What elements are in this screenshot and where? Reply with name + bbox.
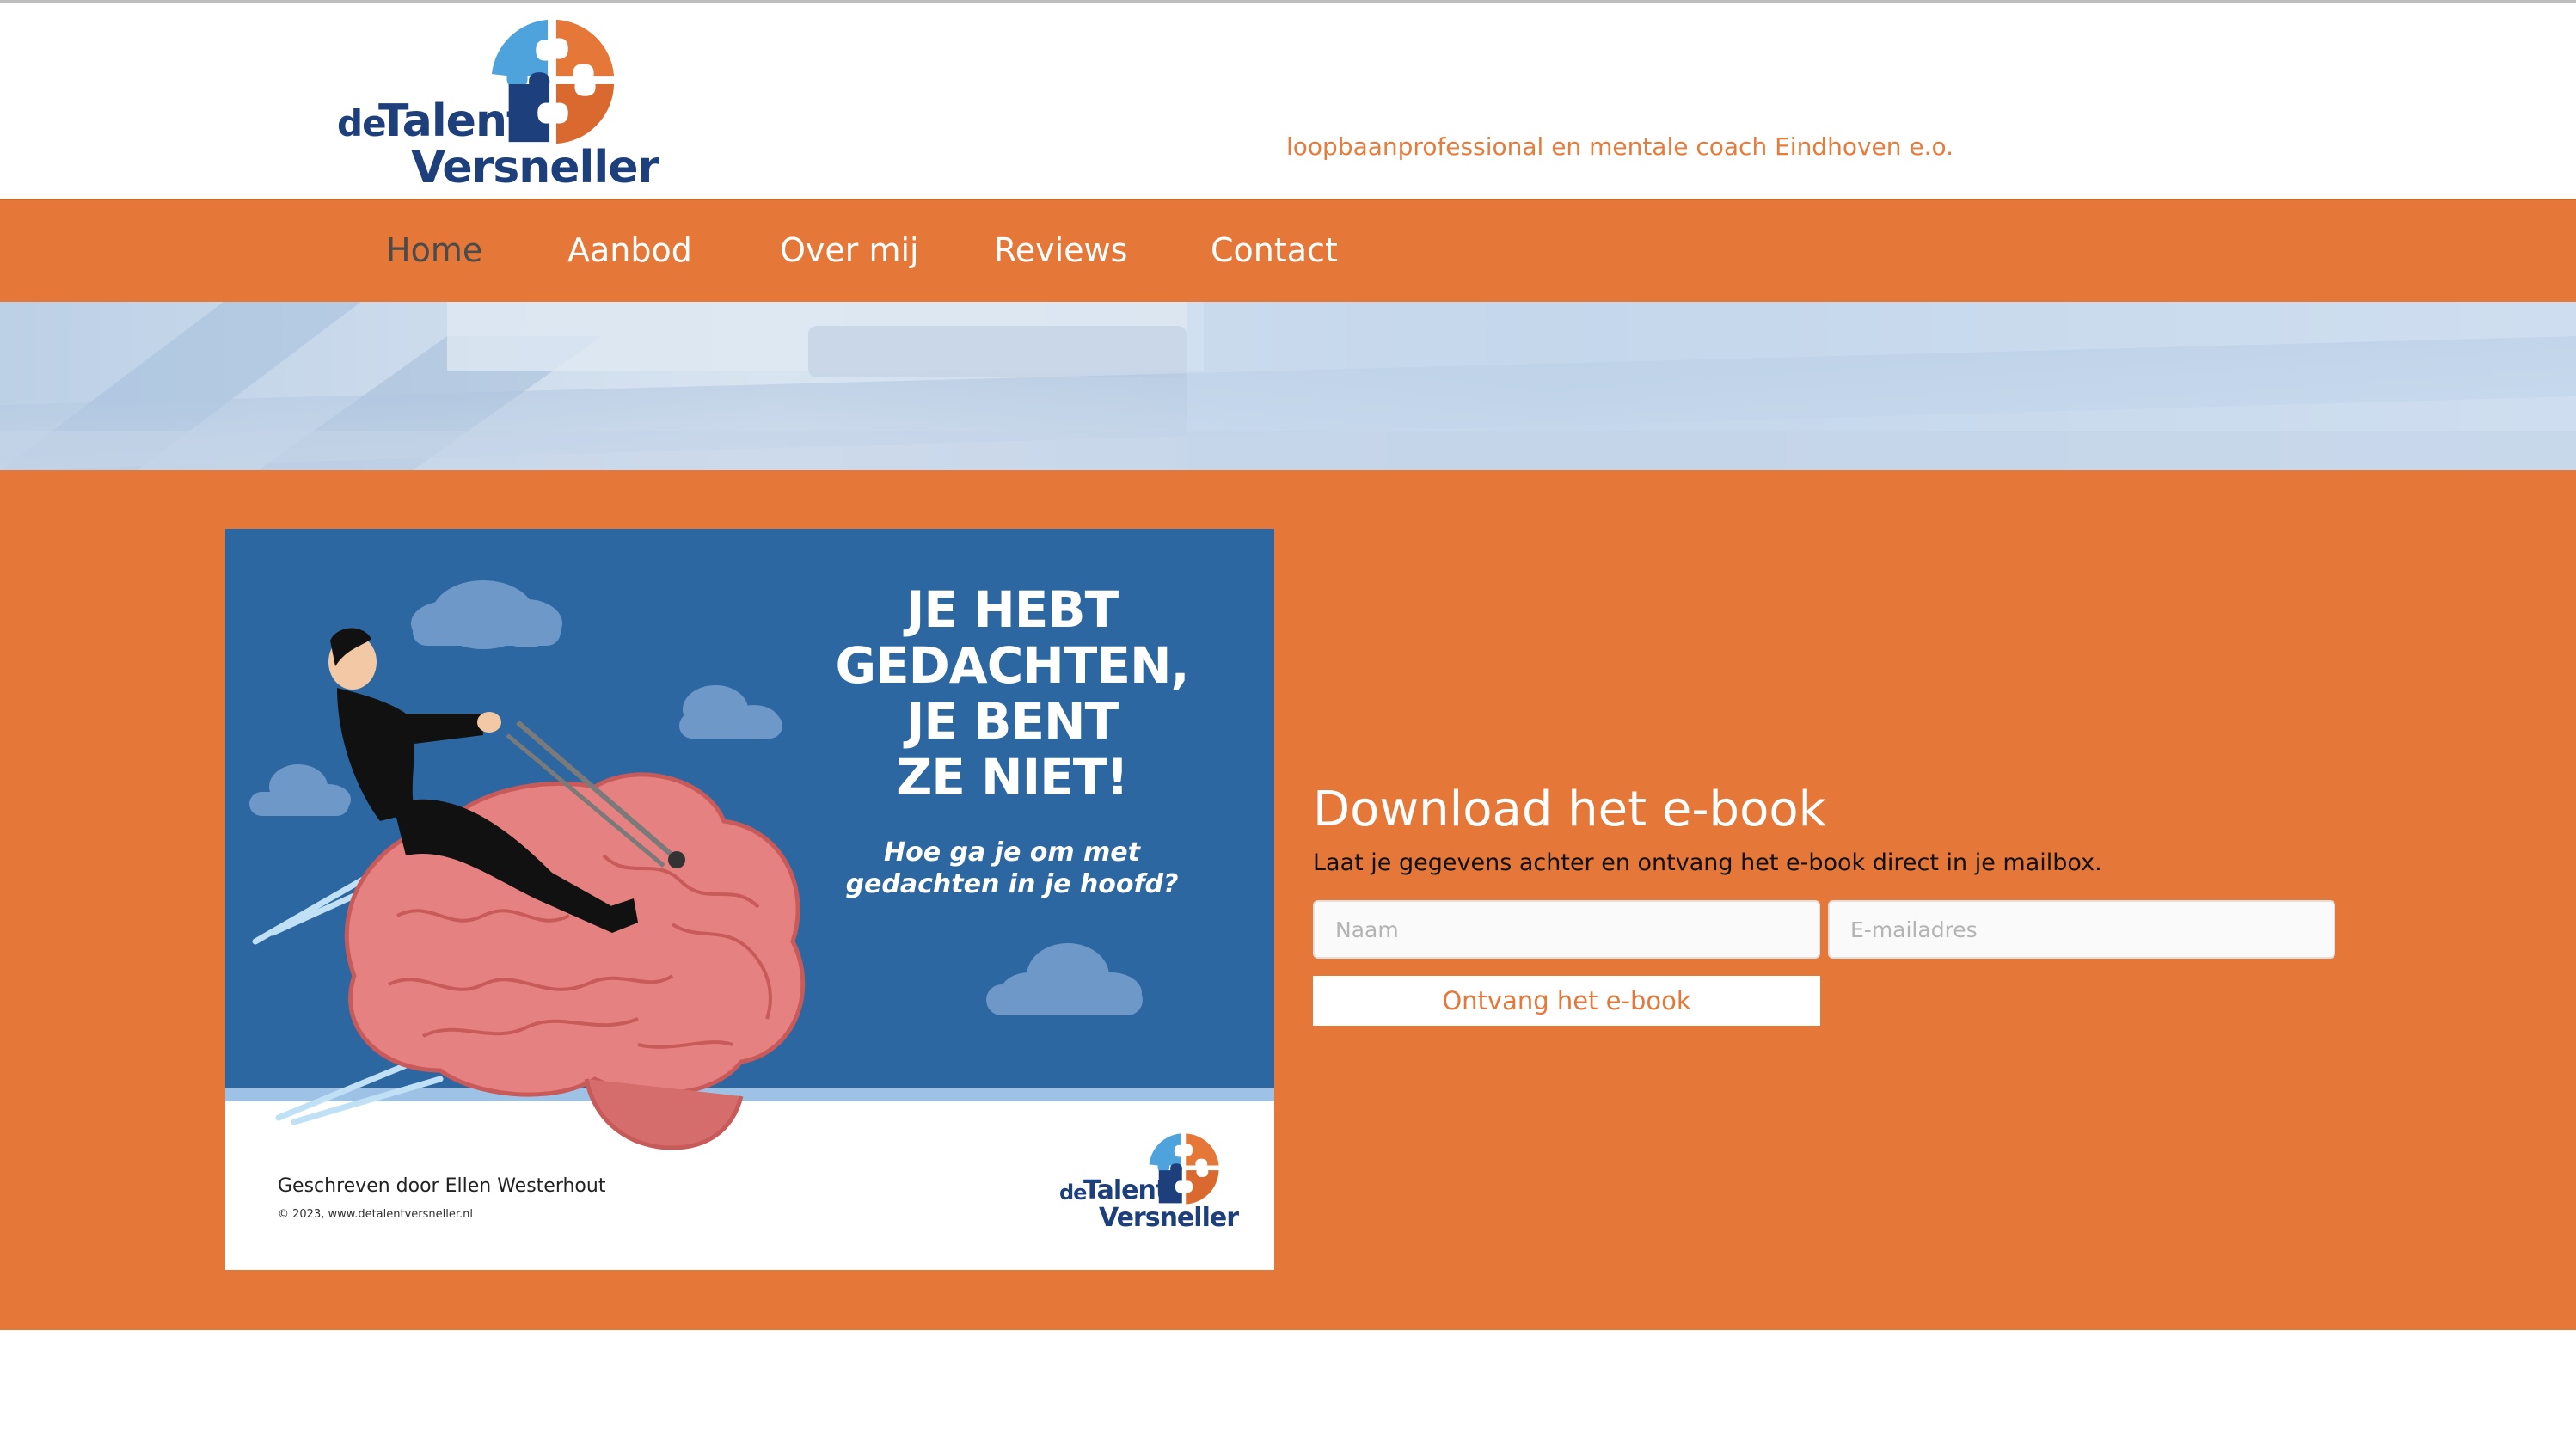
site-header: de Talent Versneller loopbaanprofessiona…	[0, 3, 2576, 199]
form-title: Download het e-book	[1313, 782, 1827, 837]
nav-over-mij[interactable]: Over mij	[780, 231, 919, 269]
cloud-icon	[249, 764, 351, 816]
ebook-subtitle: Hoe ga je om met gedachten in je hoofd?	[827, 837, 1197, 900]
ebook-logo: de Talent Versneller	[1059, 1131, 1240, 1242]
site-tagline: loopbaanprofessional en mentale coach Ei…	[1286, 132, 1954, 161]
ebook-logo-word-talent: Talent	[1083, 1175, 1168, 1205]
ebook-logo-word-de: de	[1059, 1180, 1087, 1205]
ebook-logo-word-versneller: Versneller	[1099, 1203, 1239, 1233]
form-intro: Laat je gegevens achter en ontvang het e…	[1313, 849, 2102, 876]
logo-word-talent: Talent	[378, 95, 528, 147]
main-nav: Home Aanbod Over mij Reviews Contact	[0, 199, 2576, 302]
logo-word-versneller: Versneller	[411, 142, 659, 193]
ebook-headline-line: JE HEBT	[905, 580, 1119, 639]
cloud-icon	[411, 580, 562, 649]
ebook-cover-image: JE HEBT GEDACHTEN, JE BENT ZE NIET! Hoe …	[225, 529, 1274, 1270]
site-logo[interactable]: de Talent Versneller	[337, 15, 659, 193]
nav-home[interactable]: Home	[386, 231, 482, 269]
nav-contact[interactable]: Contact	[1211, 231, 1338, 269]
ebook-headline-line: ZE NIET!	[896, 748, 1129, 806]
ebook-subtitle-line: gedachten in je hoofd?	[845, 869, 1179, 899]
ebook-headline: JE HEBT GEDACHTEN, JE BENT ZE NIET!	[827, 582, 1197, 806]
email-input[interactable]	[1828, 900, 2335, 959]
banner-photo-shapes	[0, 302, 2576, 470]
nav-aanbod[interactable]: Aanbod	[567, 231, 692, 269]
ebook-copyright: © 2023, www.detalentversneller.nl	[278, 1208, 473, 1221]
nav-reviews[interactable]: Reviews	[994, 231, 1127, 269]
ebook-headline-line: GEDACHTEN,	[835, 636, 1189, 695]
submit-ebook-button[interactable]: Ontvang het e-book	[1313, 976, 1820, 1026]
ebook-section: JE HEBT GEDACHTEN, JE BENT ZE NIET! Hoe …	[0, 470, 2576, 1330]
cloud-icon	[986, 943, 1143, 1015]
ebook-headline-line: JE BENT	[905, 692, 1119, 751]
cloud-icon	[679, 685, 782, 739]
name-input[interactable]	[1313, 900, 1820, 959]
ebook-author: Geschreven door Ellen Westerhout	[278, 1175, 606, 1197]
ebook-subtitle-line: Hoe ga je om met	[883, 837, 1140, 868]
hero-banner-image	[0, 302, 2576, 470]
